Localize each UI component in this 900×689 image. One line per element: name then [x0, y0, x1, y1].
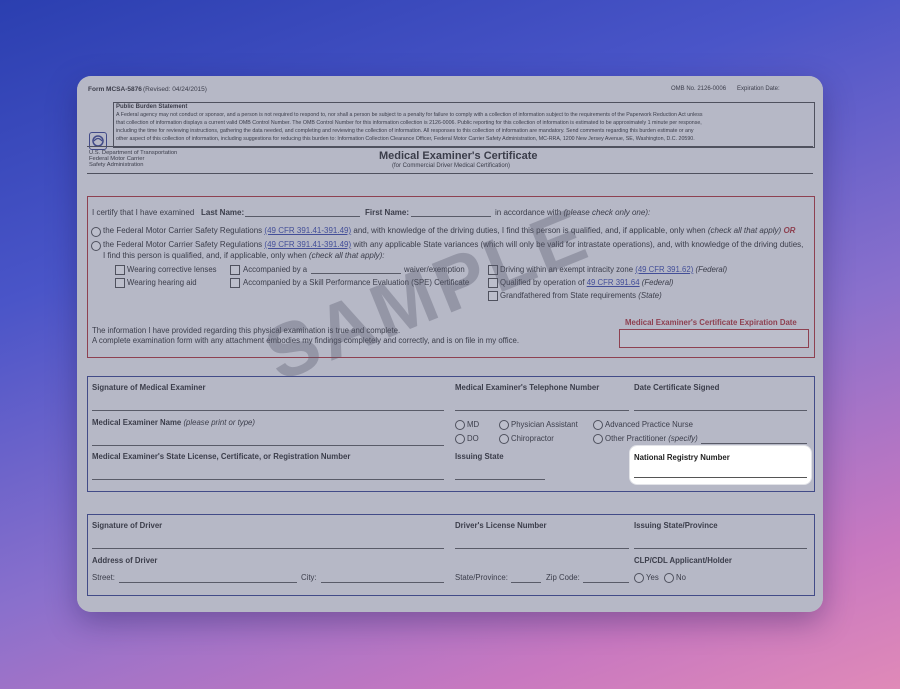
city-label: City: — [301, 573, 317, 582]
divider — [87, 173, 813, 174]
md-radio[interactable] — [455, 420, 465, 430]
chiropractor-label: Chiropractor — [511, 434, 554, 443]
do-radio[interactable] — [455, 434, 465, 444]
burden-line: that collection of information displays … — [116, 120, 702, 126]
license-label: Medical Examiner's State License, Certif… — [92, 452, 351, 461]
waiver-label-pre: Accompanied by a — [243, 265, 308, 274]
examiner-name-field[interactable] — [92, 445, 444, 446]
driver-issuing-state-field[interactable] — [634, 548, 807, 549]
dot-logo-icon — [89, 132, 107, 150]
medical-examiner-certificate-form: Form MCSA-5876 (Revised: 04/24/2015) OMB… — [77, 76, 823, 612]
revised-date: (Revised: 04/24/2015) — [143, 86, 207, 93]
national-registry-number-label: National Registry Number — [634, 453, 730, 462]
expiration-date-input[interactable] — [619, 329, 809, 348]
clp-cdl-label: CLP/CDL Applicant/Holder — [634, 556, 732, 565]
md-label: MD — [467, 420, 480, 429]
burden-title: Public Burden Statement — [116, 104, 188, 110]
state-province-field[interactable] — [511, 582, 541, 583]
examiner-name-label: Medical Examiner Name (please print or t… — [92, 418, 255, 427]
form-id: Form MCSA-5876 — [88, 86, 142, 93]
burden-line: including the time for reviewing instruc… — [116, 128, 694, 134]
option-state-text-line2: I find this person is qualified, and, if… — [103, 251, 385, 260]
date-signed-label: Date Certificate Signed — [634, 383, 720, 392]
license-field[interactable] — [92, 479, 444, 480]
waiver-checkbox[interactable] — [230, 265, 240, 275]
city-field[interactable] — [321, 582, 444, 583]
driver-address-label: Address of Driver — [92, 556, 158, 565]
clp-yes-radio[interactable] — [634, 573, 644, 583]
other-practitioner-radio[interactable] — [593, 434, 603, 444]
form-card: Form MCSA-5876 (Revised: 04/24/2015) OMB… — [77, 76, 823, 612]
driver-signature-label: Signature of Driver — [92, 521, 163, 530]
corrective-lenses-checkbox[interactable] — [115, 265, 125, 275]
last-name-label: Last Name: — [201, 208, 245, 217]
option-federal-text: the Federal Motor Carrier Safety Regulat… — [103, 226, 796, 235]
driver-signature-field[interactable] — [92, 548, 444, 549]
hearing-aid-checkbox[interactable] — [115, 278, 125, 288]
form-subtitle: (for Commercial Driver Medical Certifica… — [392, 163, 511, 169]
apn-radio[interactable] — [593, 420, 603, 430]
first-name-label: First Name: — [365, 208, 410, 217]
zip-code-label: Zip Code: — [546, 573, 580, 582]
form-title: Medical Examiner's Certificate — [379, 150, 538, 162]
zip-code-field[interactable] — [583, 582, 629, 583]
option-federal-radio[interactable] — [91, 227, 101, 237]
corrective-lenses-label: Wearing corrective lenses — [127, 265, 217, 274]
other-practitioner-field[interactable] — [701, 443, 807, 444]
examiner-phone-label: Medical Examiner's Telephone Number — [455, 383, 600, 392]
issuing-state-field[interactable] — [455, 479, 545, 480]
street-label: Street: — [92, 573, 115, 582]
omb-number: OMB No. 2126-0006 — [671, 86, 727, 92]
do-label: DO — [467, 434, 479, 443]
examiner-signature-field[interactable] — [92, 410, 444, 411]
apn-label: Advanced Practice Nurse — [605, 420, 693, 429]
spe-checkbox[interactable] — [230, 278, 240, 288]
driver-license-field[interactable] — [455, 548, 629, 549]
burden-statement-box: Public Burden Statement A Federal agency… — [113, 102, 815, 148]
burden-line: other aspect of this collection of infor… — [116, 136, 695, 142]
street-field[interactable] — [119, 582, 297, 583]
chiropractor-radio[interactable] — [499, 434, 509, 444]
clp-no-label: No — [676, 573, 686, 582]
examiner-signature-label: Signature of Medical Examiner — [92, 383, 206, 392]
agency-name: U.S. Department of Transportation Federal… — [89, 150, 178, 168]
pa-radio[interactable] — [499, 420, 509, 430]
driver-license-label: Driver's License Number — [455, 521, 547, 530]
driver-issuing-state-label: Issuing State/Province — [634, 521, 718, 530]
expiration-date-heading: Medical Examiner's Certificate Expiratio… — [625, 318, 797, 327]
national-registry-number-highlight[interactable]: National Registry Number — [630, 446, 811, 484]
national-registry-number-field[interactable] — [634, 477, 807, 478]
state-province-label: State/Province: — [455, 573, 508, 582]
option-state-radio[interactable] — [91, 241, 101, 251]
pa-label: Physician Assistant — [511, 420, 578, 429]
first-name-field[interactable] — [411, 216, 491, 217]
clp-yes-label: Yes — [646, 573, 659, 582]
certify-intro: I certify that I have examined — [92, 208, 195, 217]
last-name-field[interactable] — [245, 216, 360, 217]
divider — [87, 146, 813, 147]
date-signed-field[interactable] — [634, 410, 807, 411]
other-practitioner-label: Other Practitioner (specify) — [605, 434, 698, 443]
expiration-date-label: Expiration Date: — [737, 86, 780, 92]
examiner-phone-field[interactable] — [455, 410, 629, 411]
hearing-aid-label: Wearing hearing aid — [127, 278, 197, 287]
clp-no-radio[interactable] — [664, 573, 674, 583]
burden-line: A Federal agency may not conduct or spon… — [116, 112, 703, 118]
issuing-state-label: Issuing State — [455, 452, 504, 461]
